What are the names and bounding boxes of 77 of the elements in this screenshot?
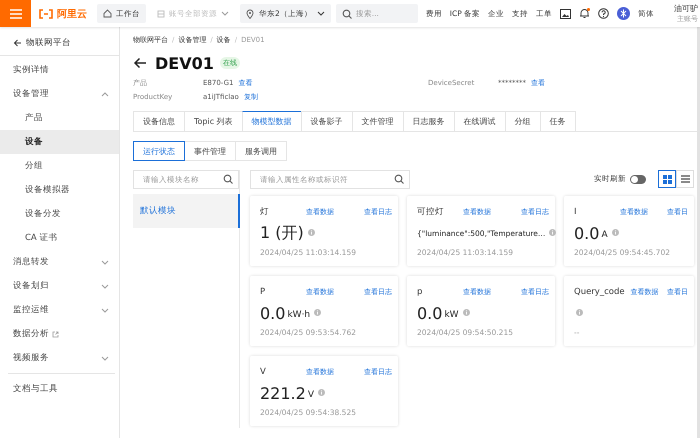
property-name: V <box>260 366 267 376</box>
help-icon <box>598 8 610 19</box>
pin-icon <box>246 8 254 18</box>
tab[interactable]: 文件管理 <box>352 111 403 131</box>
unit-label: A <box>601 230 608 240</box>
tab[interactable]: 日志服务 <box>402 111 454 131</box>
property-value: 0.0 <box>417 304 442 322</box>
logo-text: 阿里云 <box>57 8 87 20</box>
search-icon <box>394 174 404 184</box>
tab[interactable]: 在线调试 <box>454 111 505 131</box>
list-view-button[interactable] <box>676 170 694 188</box>
back-button[interactable] <box>133 57 147 69</box>
image-icon <box>560 8 572 18</box>
back-link[interactable]: 物联网平台 <box>0 31 119 56</box>
back-arrow-icon <box>133 57 147 69</box>
device-title: DEV01 <box>155 54 214 72</box>
unit-label: V <box>308 390 314 400</box>
sidebar-item[interactable]: 设备 <box>0 130 119 154</box>
sidebar-item[interactable]: 文档与工具 <box>0 377 119 401</box>
menu-button[interactable] <box>0 0 31 27</box>
tab[interactable]: 设备信息 <box>133 111 184 131</box>
info-icon <box>576 308 583 316</box>
tab[interactable]: 分组 <box>504 111 540 131</box>
property-name: 灯 <box>260 206 270 218</box>
search-icon <box>342 9 352 19</box>
tab[interactable]: 物模型数据 <box>242 111 301 131</box>
sidebar-item[interactable]: 消息转发 <box>0 250 119 274</box>
sidebar-item[interactable]: 数据分析 <box>0 322 119 346</box>
menu-icon <box>8 8 22 20</box>
info-icon <box>549 228 556 236</box>
property-name: P <box>260 286 266 296</box>
sidebar-item[interactable]: 监控运维 <box>0 298 119 322</box>
segment-tab[interactable]: 服务调用 <box>235 141 287 161</box>
unit-label: kW·h <box>287 310 310 320</box>
property-value: 1 (开) <box>260 222 304 244</box>
sidebar-item[interactable]: 设备管理 <box>0 82 119 106</box>
chevron-down-icon <box>316 10 325 17</box>
tab[interactable]: 设备影子 <box>300 111 352 131</box>
back-arrow-icon <box>13 39 22 47</box>
sidebar-item[interactable]: 分组 <box>0 154 119 178</box>
grid-view-button[interactable] <box>658 170 676 188</box>
sidebar-item[interactable]: 视频服务 <box>0 346 119 370</box>
sidebar-item[interactable]: CA 证书 <box>0 226 119 250</box>
info-icon <box>318 388 325 396</box>
property-value: 221.2 <box>260 384 306 402</box>
user-name: 油可驴 <box>674 4 698 14</box>
toggle-switch[interactable] <box>630 174 646 184</box>
chevron-down-icon <box>221 10 229 17</box>
home-icon <box>103 9 112 18</box>
sidebar-item[interactable]: 实例详情 <box>0 58 119 82</box>
sidebar-item[interactable]: 设备划归 <box>0 274 119 298</box>
list-icon <box>157 10 165 18</box>
list-icon <box>680 175 690 183</box>
info-icon <box>308 228 315 236</box>
property-value: 0.0 <box>260 304 286 322</box>
segment-tab[interactable]: 运行状态 <box>133 141 185 161</box>
bracket-logo-icon <box>38 8 54 18</box>
info-icon <box>612 228 619 236</box>
search-icon <box>223 174 233 184</box>
sidebar-item[interactable]: 设备模拟器 <box>0 178 119 202</box>
avatar-icon <box>617 7 630 20</box>
sidebar-item[interactable]: 设备分发 <box>0 202 119 226</box>
info-icon <box>314 308 322 316</box>
tab[interactable]: 任务 <box>540 111 576 131</box>
tab[interactable]: Topic 列表 <box>184 111 242 131</box>
property-value: 0.0 <box>574 224 600 242</box>
sidebar-item[interactable]: 产品 <box>0 106 119 130</box>
segment-tab[interactable]: 事件管理 <box>184 141 236 161</box>
unit-label: kW <box>444 310 459 320</box>
property-name: 可控灯 <box>417 206 445 218</box>
external-link-icon <box>52 330 59 338</box>
property-name: p <box>417 286 424 296</box>
module-item[interactable]: 默认模块 <box>133 194 240 228</box>
grid-icon <box>662 174 672 184</box>
info-icon <box>462 308 470 316</box>
property-name: I <box>574 206 578 216</box>
property-name: Query_code <box>574 286 625 296</box>
